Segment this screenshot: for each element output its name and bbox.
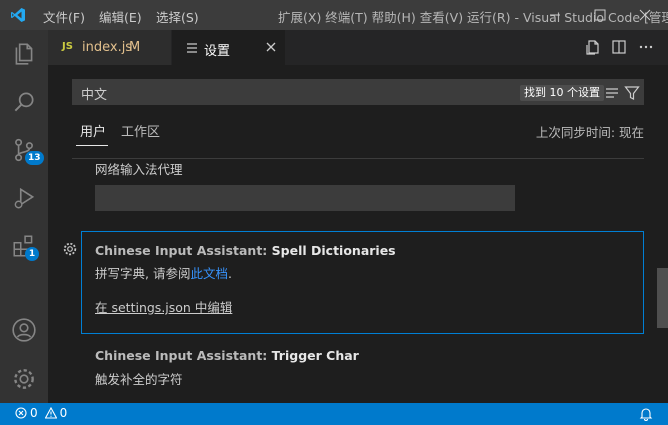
notifications-bell-icon[interactable] xyxy=(639,407,653,421)
extensions-button[interactable] xyxy=(0,222,48,270)
split-editor-icon[interactable] xyxy=(611,39,627,55)
setting-title: Chinese Input Assistant: Trigger Char xyxy=(95,348,359,363)
problems-indicator[interactable]: 0 0 xyxy=(15,406,67,420)
run-debug-icon xyxy=(14,187,35,209)
setting-category: Chinese Input Assistant: xyxy=(95,243,272,258)
tab-label: index.js xyxy=(82,40,133,55)
setting-title: Chinese Input Assistant: Spell Dictionar… xyxy=(95,243,396,258)
run-debug-button[interactable] xyxy=(0,174,48,222)
description-text: 拼写字典, 请参阅 xyxy=(95,266,191,281)
extensions-badge: 1 xyxy=(25,247,39,261)
settings-search-input[interactable]: 中文 找到 10 个设置 xyxy=(72,79,644,105)
title-bar: 文件(F) 编辑(E) 选择(S) 扩展(X) 终端(T) 帮助(H) 查看(V… xyxy=(0,0,668,30)
more-actions-icon[interactable] xyxy=(638,39,654,55)
settings-list-icon xyxy=(187,43,197,53)
source-control-badge: 13 xyxy=(25,151,44,165)
error-icon xyxy=(15,407,27,419)
setting-name: Spell Dictionaries xyxy=(271,243,396,258)
search-icon xyxy=(14,92,34,112)
menu-edit[interactable]: 编辑(E) xyxy=(99,7,142,26)
menu-selection[interactable]: 选择(S) xyxy=(156,7,199,26)
proxy-input[interactable] xyxy=(95,185,515,211)
manage-button[interactable] xyxy=(0,355,48,403)
editor-tabs: JS index.js M 设置 xyxy=(48,30,668,65)
minimize-icon[interactable] xyxy=(545,5,565,25)
filter-icon[interactable] xyxy=(624,85,640,101)
setting-description: 网络输入法代理 xyxy=(95,162,183,177)
gear-icon xyxy=(14,369,34,389)
setting-category: Chinese Input Assistant: xyxy=(95,348,272,363)
tab-workspace-scope[interactable]: 工作区 xyxy=(121,121,160,140)
activity-bar: 13 1 xyxy=(0,30,48,403)
error-count: 0 xyxy=(30,406,38,420)
close-window-icon[interactable] xyxy=(635,5,655,25)
description-end: . xyxy=(227,266,232,281)
open-settings-json-icon[interactable] xyxy=(585,39,601,55)
vscode-logo-icon xyxy=(11,8,25,22)
scrollbar-thumb[interactable] xyxy=(657,268,668,328)
warning-count: 0 xyxy=(59,406,68,420)
tab-user-scope[interactable]: 用户 xyxy=(80,121,106,140)
warning-icon xyxy=(44,407,57,419)
tab-index-js[interactable]: JS index.js M xyxy=(48,30,171,65)
source-control-button[interactable] xyxy=(0,126,48,174)
active-scope-underline xyxy=(76,145,108,146)
status-bar: 0 0 xyxy=(0,403,668,425)
explorer-button[interactable] xyxy=(0,30,48,78)
accounts-button[interactable] xyxy=(0,306,48,354)
search-view-button[interactable] xyxy=(0,78,48,126)
tab-label: 设置 xyxy=(204,44,231,59)
javascript-file-icon: JS xyxy=(62,41,73,52)
menu-file[interactable]: 文件(F) xyxy=(43,7,85,26)
sync-status: 上次同步时间: 现在 xyxy=(535,125,644,140)
account-icon xyxy=(12,318,36,342)
setting-gear-icon[interactable] xyxy=(62,241,78,257)
clear-filter-icon[interactable] xyxy=(604,85,620,101)
files-icon xyxy=(15,43,33,65)
edit-in-settings-json-link[interactable]: 在 settings.json 中编辑 xyxy=(95,297,232,316)
docs-link[interactable]: 此文档 xyxy=(190,266,228,281)
setting-description: 触发补全的字符 xyxy=(95,372,183,387)
close-tab-icon[interactable] xyxy=(264,40,278,54)
maximize-icon[interactable] xyxy=(590,5,610,25)
setting-name: Trigger Char xyxy=(271,348,359,363)
settings-editor: 中文 找到 10 个设置 用户 工作区 上次同步时间: 现在 网络输入法代理 C… xyxy=(48,65,668,403)
setting-description: 拼写字典, 请参阅此文档. xyxy=(95,263,232,282)
search-result-count: 找到 10 个设置 xyxy=(520,85,604,101)
modified-indicator: M xyxy=(129,40,141,55)
tab-settings[interactable]: 设置 xyxy=(172,30,285,65)
search-value[interactable]: 中文 xyxy=(81,84,107,103)
